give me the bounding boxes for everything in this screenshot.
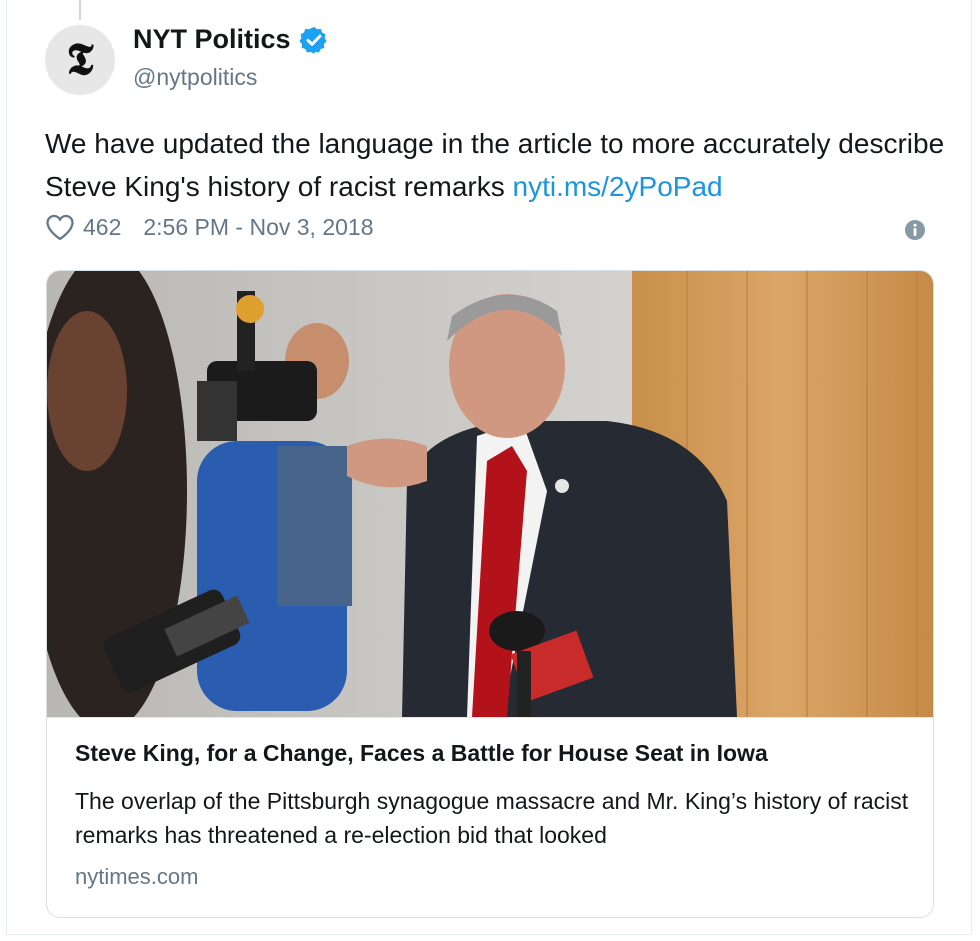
nyt-logo-icon: 𝕿	[66, 34, 94, 85]
display-name[interactable]: NYT Politics	[133, 24, 291, 55]
card-image[interactable]	[47, 271, 933, 717]
card-body: Steve King, for a Change, Faces a Battle…	[47, 717, 933, 917]
avatar[interactable]: 𝕿	[45, 25, 115, 95]
card-title[interactable]: Steve King, for a Change, Faces a Battle…	[75, 740, 768, 767]
tweet-meta: 462 2:56 PM - Nov 3, 2018	[45, 213, 374, 241]
like-count[interactable]: 462	[83, 214, 121, 241]
account-handle[interactable]: @nytpolitics	[133, 64, 257, 91]
tweet-timestamp[interactable]: 2:56 PM - Nov 3, 2018	[143, 214, 373, 241]
thread-connector-line	[79, 0, 81, 20]
tweet-link[interactable]: nyti.ms/2yPoPad	[513, 171, 723, 202]
card-description: The overlap of the Pittsburgh synagogue …	[75, 788, 909, 848]
card-domain: nytimes.com	[75, 864, 199, 889]
info-icon[interactable]	[904, 219, 926, 241]
verified-badge-icon	[298, 26, 327, 54]
heart-icon[interactable]	[45, 213, 75, 241]
account-name-row: NYT Politics	[133, 24, 329, 55]
tweet-text: We have updated the language in the arti…	[45, 122, 945, 208]
tweet-body: We have updated the language in the arti…	[45, 128, 945, 202]
link-preview-card[interactable]: Steve King, for a Change, Faces a Battle…	[46, 270, 934, 918]
